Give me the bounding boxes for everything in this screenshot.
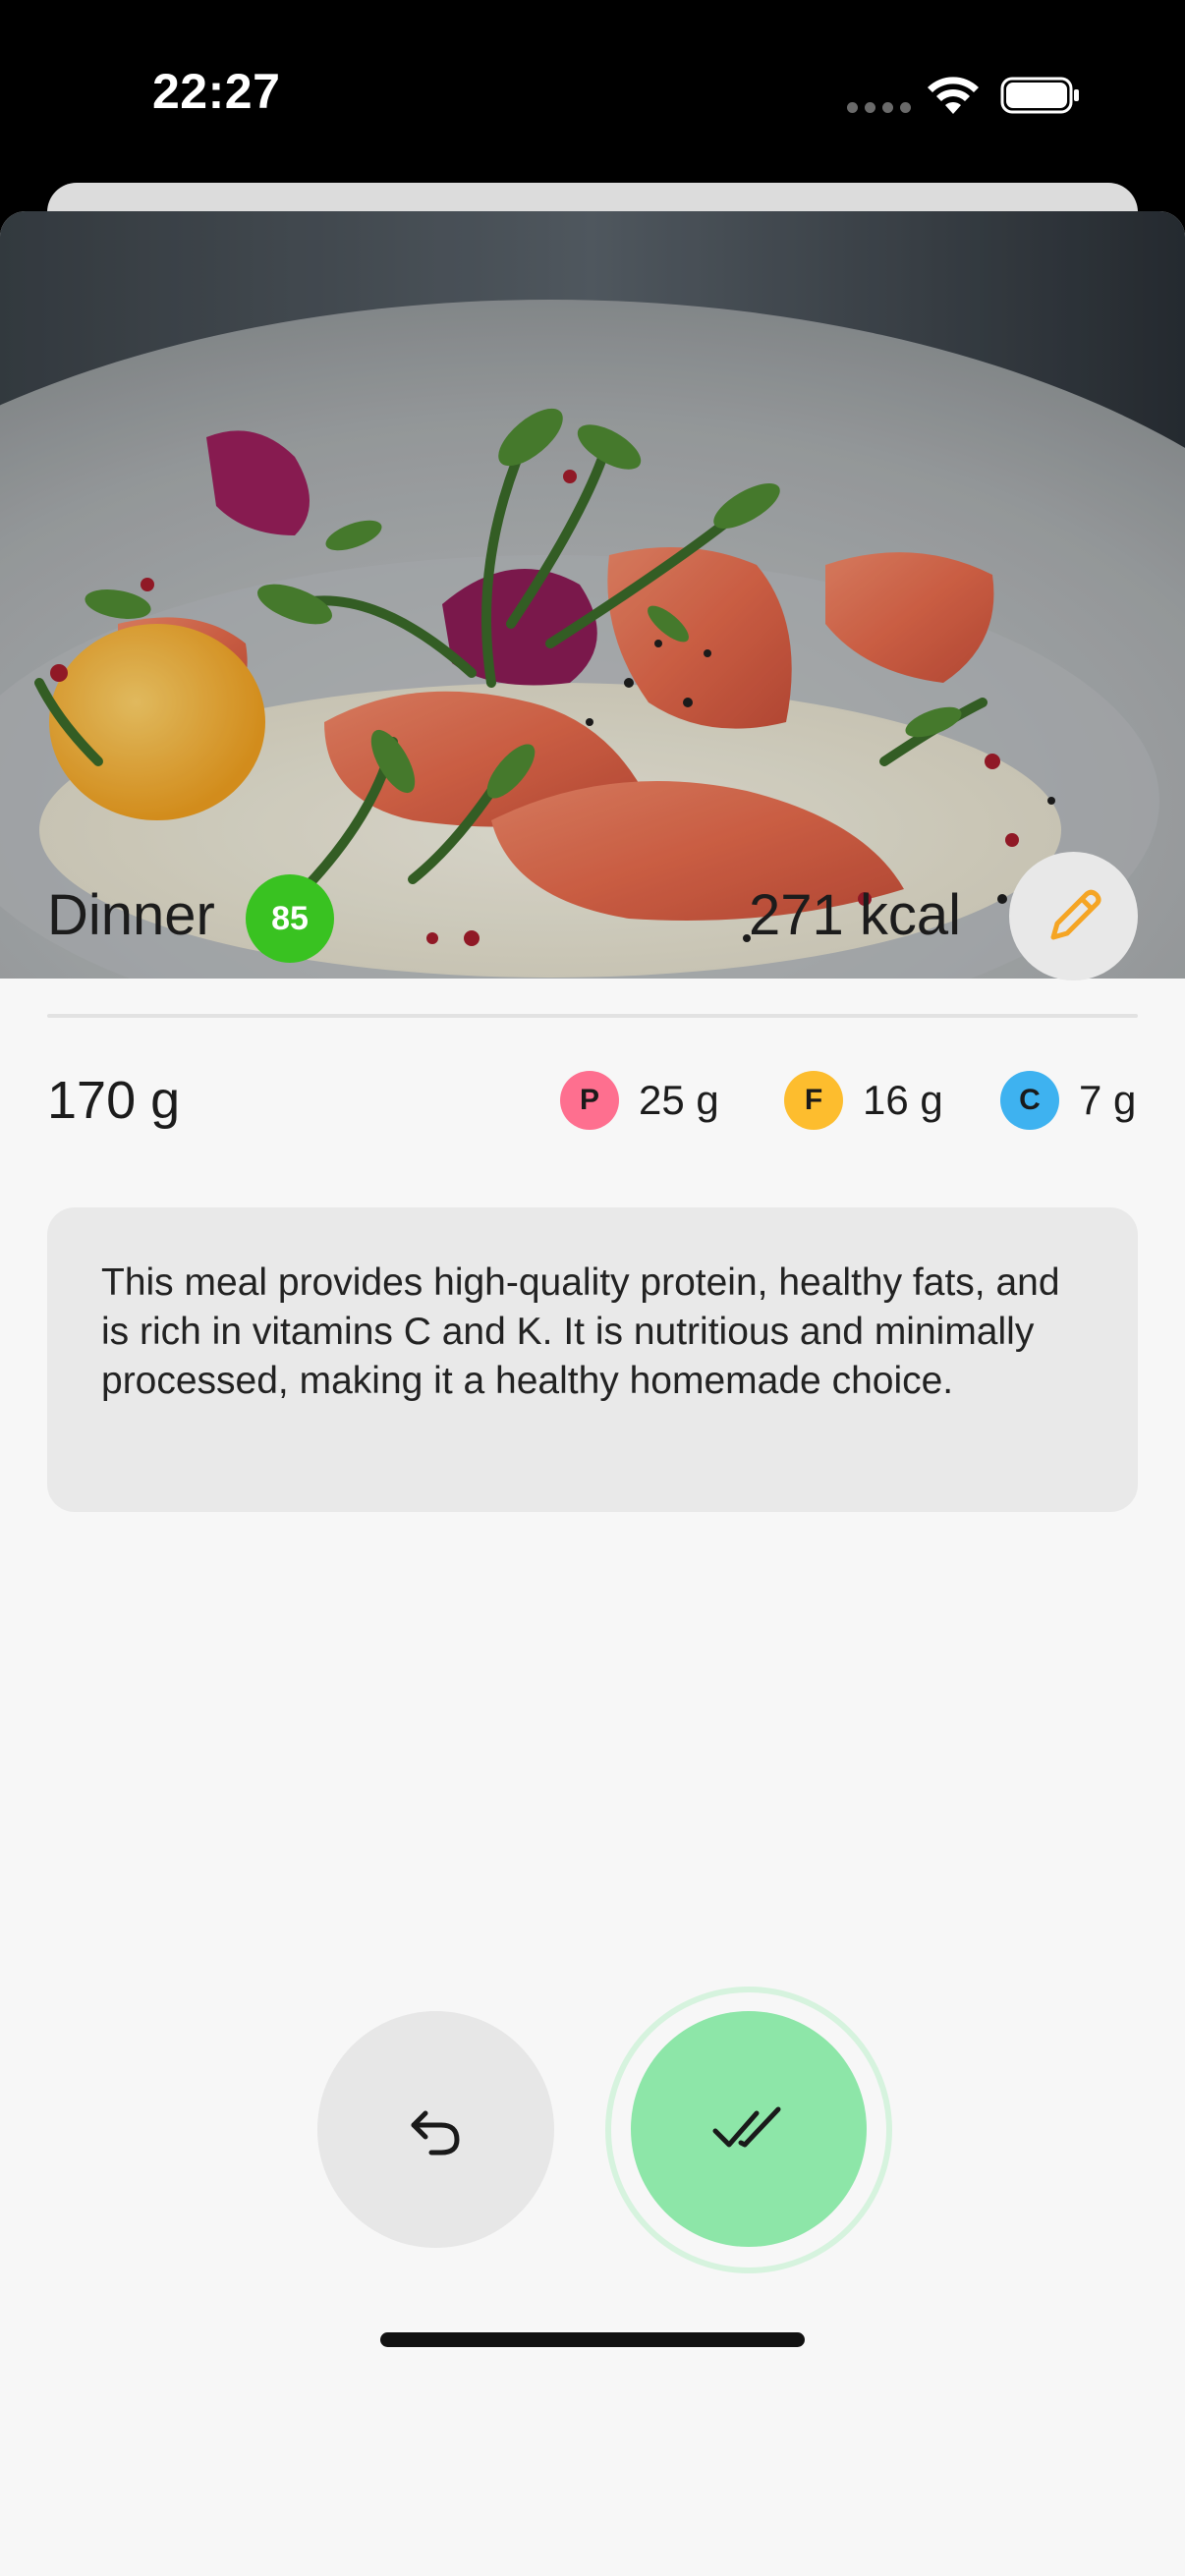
home-indicator bbox=[380, 2332, 805, 2347]
carbs-value: 7 g bbox=[1079, 1077, 1137, 1123]
macro-protein: P 25 g bbox=[560, 1069, 719, 1132]
carbs-dot: C bbox=[1000, 1071, 1059, 1130]
calories-value: 271 kcal bbox=[748, 883, 961, 947]
meal-header-row: Dinner 85 271 kcal bbox=[47, 850, 1138, 982]
protein-value: 25 g bbox=[639, 1077, 719, 1123]
macros-row: 170 g P 25 g F 16 g C 7 g bbox=[47, 1061, 1138, 1140]
meal-detail-sheet: Dinner 85 271 kcal 170 g P 25 g F 16 g C… bbox=[0, 211, 1185, 2576]
status-bar: 22:27 bbox=[0, 0, 1185, 187]
confirm-button[interactable] bbox=[631, 2011, 867, 2247]
protein-dot: P bbox=[560, 1071, 619, 1130]
divider bbox=[47, 1014, 1138, 1018]
fat-value: 16 g bbox=[863, 1077, 943, 1123]
meal-name: Dinner bbox=[47, 883, 215, 947]
pencil-icon bbox=[1050, 889, 1100, 939]
status-time: 22:27 bbox=[152, 64, 281, 119]
health-score-badge: 85 bbox=[246, 874, 334, 963]
undo-button[interactable] bbox=[317, 2011, 554, 2248]
edit-button[interactable] bbox=[1009, 852, 1138, 980]
meal-description-card: This meal provides high-quality protein,… bbox=[47, 1207, 1138, 1512]
double-check-icon bbox=[712, 2106, 781, 2148]
meal-weight: 170 g bbox=[47, 1071, 181, 1130]
macro-carbs: C 7 g bbox=[1000, 1069, 1136, 1132]
fat-dot: F bbox=[784, 1071, 843, 1130]
macro-fat: F 16 g bbox=[784, 1069, 943, 1132]
battery-icon bbox=[1000, 77, 1079, 114]
signal-dots-icon bbox=[847, 102, 911, 113]
wifi-icon bbox=[928, 77, 979, 114]
undo-icon bbox=[411, 2110, 460, 2155]
meal-description: This meal provides high-quality protein,… bbox=[101, 1261, 1060, 1402]
